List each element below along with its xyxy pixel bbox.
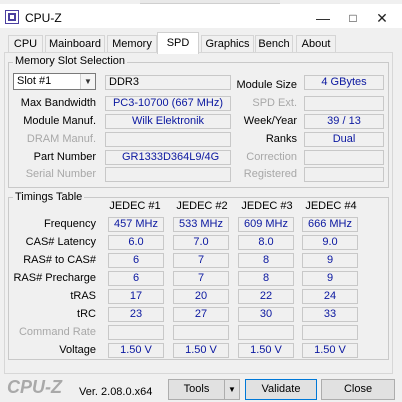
tab-cpu[interactable]: CPU: [8, 35, 43, 52]
week-year-value: 39 / 13: [304, 114, 384, 129]
dram-manuf-label: DRAM Manuf.: [26, 133, 96, 145]
tab-spd[interactable]: SPD: [157, 32, 199, 54]
ranks-value: Dual: [304, 132, 384, 147]
slot-select-value: Slot #1: [17, 75, 52, 87]
timing-cell: 8: [238, 271, 294, 286]
timing-cell: 30: [238, 307, 294, 322]
timing-row-label: Voltage: [59, 344, 96, 356]
timing-cell: 33: [302, 307, 358, 322]
registered-value: [304, 167, 384, 182]
timing-row-label: RAS# Precharge: [13, 272, 96, 284]
registered-label: Registered: [243, 168, 297, 180]
timing-cell: 1.50 V: [108, 343, 164, 358]
timing-cell: 9.0: [302, 235, 358, 250]
validate-button[interactable]: Validate: [245, 379, 317, 400]
module-size-label: Module Size: [236, 79, 297, 91]
window-title: CPU-Z: [25, 11, 62, 25]
timing-row-label: RAS# to CAS#: [23, 254, 96, 266]
timing-cell: 9: [302, 253, 358, 268]
timing-cell: 7: [173, 271, 229, 286]
part-number-label: Part Number: [33, 151, 96, 163]
tab-memory[interactable]: Memory: [107, 35, 157, 52]
timing-cell: 7.0: [173, 235, 229, 250]
spd-ext-value: [304, 96, 384, 111]
dram-manuf-value: [105, 132, 231, 147]
spd-ext-label: SPD Ext.: [252, 97, 297, 109]
timing-cell: [173, 325, 229, 340]
max-bandwidth-label: Max Bandwidth: [20, 97, 96, 109]
timings-group-title: Timings Table: [13, 191, 85, 203]
maximize-button[interactable]: □: [338, 8, 368, 28]
timing-cell: 9: [302, 271, 358, 286]
serial-number-label: Serial Number: [25, 168, 96, 180]
correction-label: Correction: [246, 151, 297, 163]
close-button[interactable]: Close: [321, 379, 395, 400]
timing-cell: 533 MHz: [173, 217, 229, 232]
week-year-label: Week/Year: [243, 115, 297, 127]
timing-cell: 22: [238, 289, 294, 304]
timing-cell: 27: [173, 307, 229, 322]
timing-cell: [108, 325, 164, 340]
timing-cell: 23: [108, 307, 164, 322]
part-number-value: GR1333D364L9/4G: [105, 150, 231, 165]
timing-cell: 7: [173, 253, 229, 268]
chevron-down-icon[interactable]: ▼: [80, 74, 95, 89]
timing-cell: 1.50 V: [238, 343, 294, 358]
module-manuf-value: Wilk Elektronik: [105, 114, 231, 129]
timing-cell: 8.0: [238, 235, 294, 250]
tools-dropdown-button[interactable]: ▼: [224, 379, 240, 400]
timing-cell: 457 MHz: [108, 217, 164, 232]
timing-cell: 6.0: [108, 235, 164, 250]
timing-cell: 6: [108, 253, 164, 268]
timing-cell: 1.50 V: [302, 343, 358, 358]
tab-about[interactable]: About: [296, 35, 336, 52]
tab-graphics[interactable]: Graphics: [201, 35, 254, 52]
module-size-value: 4 GBytes: [304, 75, 384, 90]
title-bar: CPU-Z — □ ✕: [0, 4, 402, 28]
module-manuf-label: Module Manuf.: [23, 115, 96, 127]
timing-cell: 1.50 V: [173, 343, 229, 358]
minimize-button[interactable]: —: [308, 8, 338, 28]
jedec-header-3: JEDEC #3: [241, 200, 293, 212]
correction-value: [304, 150, 384, 165]
slot-select[interactable]: Slot #1 ▼: [13, 73, 96, 90]
timing-cell: 8: [238, 253, 294, 268]
memory-slot-group-title: Memory Slot Selection: [13, 55, 128, 67]
tools-button[interactable]: Tools: [168, 379, 225, 400]
timing-cell: 24: [302, 289, 358, 304]
timing-cell: 666 MHz: [302, 217, 358, 232]
max-bandwidth-value: PC3-10700 (667 MHz): [105, 96, 231, 111]
jedec-header-1: JEDEC #1: [109, 200, 161, 212]
timing-row-label: Frequency: [44, 218, 96, 230]
timing-row-label: tRAS: [70, 290, 96, 302]
timing-cell: 609 MHz: [238, 217, 294, 232]
timing-cell: 20: [173, 289, 229, 304]
cpu-z-app-icon: [5, 10, 19, 24]
tab-mainboard[interactable]: Mainboard: [45, 35, 105, 52]
cpu-z-logo: CPU-Z: [7, 377, 62, 397]
jedec-header-2: JEDEC #2: [176, 200, 228, 212]
close-window-button[interactable]: ✕: [367, 8, 397, 28]
caret-down-icon: ▼: [228, 385, 236, 394]
jedec-header-4: JEDEC #4: [305, 200, 357, 212]
timing-row-label: tRC: [77, 308, 96, 320]
version-text: Ver. 2.08.0.x64: [79, 386, 153, 398]
timing-cell: 17: [108, 289, 164, 304]
tab-bench[interactable]: Bench: [255, 35, 293, 52]
timing-row-label: CAS# Latency: [25, 236, 96, 248]
memory-type-field: DDR3: [105, 75, 231, 90]
timing-cell: [238, 325, 294, 340]
timing-cell: [302, 325, 358, 340]
ranks-label: Ranks: [265, 133, 297, 145]
timing-cell: 6: [108, 271, 164, 286]
serial-number-value: [105, 167, 231, 182]
timing-row-label: Command Rate: [18, 326, 96, 338]
